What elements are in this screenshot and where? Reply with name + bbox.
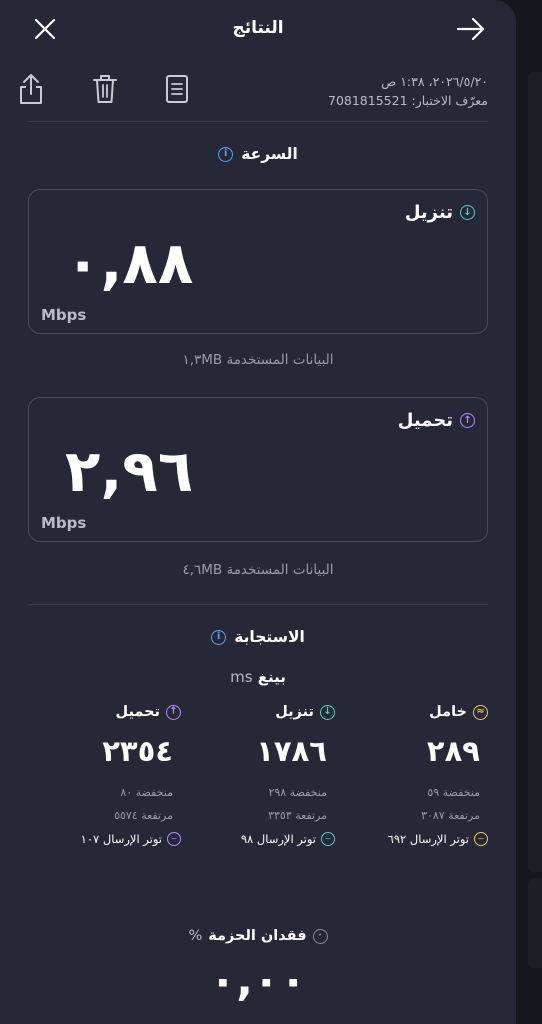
jitter-icon: ~ xyxy=(321,832,335,846)
ping-download-jitter: ~ توتر الإرسال ٩٨ xyxy=(185,832,335,846)
ping-upload-title: ↑ تحميل xyxy=(31,704,181,720)
ping-unloaded-jitter: ~ توتر الإرسال ٦٩٢ xyxy=(338,832,488,846)
ping-download-jitter-text: توتر الإرسال ٩٨ xyxy=(240,832,316,846)
background-card-edge xyxy=(528,878,542,968)
forward-button[interactable] xyxy=(454,12,488,46)
download-arrow-icon: ↓ xyxy=(320,704,335,720)
ping-unloaded-high: مرتفعة ٣٠٨٧ xyxy=(421,809,480,822)
packet-loss-unit: % xyxy=(188,928,203,944)
share-icon xyxy=(20,74,42,104)
ping-upload-label: تحميل xyxy=(115,704,160,720)
idle-icon: ≈ xyxy=(473,704,488,720)
test-meta: ٢٠٢٦/٥/٢٠، ١:٣٨ ص معرّف الاختبار: 708181… xyxy=(328,72,488,110)
test-id: معرّف الاختبار: 7081815521 xyxy=(328,93,488,108)
page-title: النتائج xyxy=(232,18,284,38)
speed-section-title: السرعة i xyxy=(0,145,516,163)
ping-upload-column: ↑ تحميل ٢٣٥٤ منخفضة ٨٠ مرتفعة ٥٥٧٤ ~ توت… xyxy=(31,704,181,846)
ping-upload-jitter-text: توتر الإرسال ١٠٧ xyxy=(80,832,162,846)
download-data-used: البيانات المستخدمة ١,٣MB xyxy=(182,352,334,368)
packet-loss-label-text: فقدان الحزمة xyxy=(208,928,307,944)
background-card-edge xyxy=(528,72,542,872)
arrow-right-icon xyxy=(456,17,485,41)
share-button[interactable] xyxy=(14,70,48,108)
upload-label: ↑ تحميل xyxy=(398,410,475,431)
report-icon xyxy=(166,75,188,103)
download-speed-unit: Mbps xyxy=(41,306,87,324)
upload-speed-unit: Mbps xyxy=(41,514,87,532)
jitter-icon: ~ xyxy=(474,832,488,846)
ping-upload-high: مرتفعة ٥٥٧٤ xyxy=(114,809,173,822)
responsiveness-title: الاستجابة xyxy=(234,628,305,646)
divider xyxy=(28,604,488,605)
test-datetime: ٢٠٢٦/٥/٢٠، ١:٣٨ ص xyxy=(381,74,488,89)
upload-arrow-icon: ↑ xyxy=(460,413,475,428)
upload-label-text: تحميل xyxy=(397,410,453,431)
info-icon[interactable]: i xyxy=(211,629,227,645)
ping-download-column: ↓ تنزيل ١٧٨٦ منخفضة ٢٩٨ مرتفعة ٣٣٥٣ ~ تو… xyxy=(185,704,335,846)
ping-label-text: بينغ xyxy=(257,668,286,686)
ping-download-title: ↓ تنزيل xyxy=(185,704,335,720)
download-arrow-icon: ↓ xyxy=(460,205,475,220)
download-speed-card: ↓ تنزيل ٠,٨٨ Mbps xyxy=(28,189,488,334)
top-bar: النتائج xyxy=(0,0,516,60)
upload-arrow-icon: ↑ xyxy=(166,704,181,720)
ping-unloaded-column: ≈ خامل ٢٨٩ منخفضة ٥٩ مرتفعة ٣٠٨٧ ~ توتر … xyxy=(338,704,488,846)
results-panel: النتائج ٢٠٢٦/٥/٢٠، ١:٣٨ ص معرّف الاختبار… xyxy=(0,0,516,1024)
ping-download-label: تنزيل xyxy=(275,704,314,720)
trash-icon xyxy=(93,75,117,103)
ping-upload-low: منخفضة ٨٠ xyxy=(120,786,173,799)
speed-title: السرعة xyxy=(241,145,298,163)
ping-upload-jitter: ~ توتر الإرسال ١٠٧ xyxy=(31,832,181,846)
ping-unloaded-label: خامل xyxy=(429,704,467,720)
jitter-icon: ~ xyxy=(167,832,181,846)
upload-data-used: البيانات المستخدمة ٤,٦MB xyxy=(182,562,334,578)
ping-unloaded-value: ٢٨٩ xyxy=(426,734,480,768)
packet-loss-icon: · xyxy=(312,928,328,944)
report-button[interactable] xyxy=(160,70,194,108)
ping-label: بينغ ms xyxy=(0,668,516,686)
ping-upload-value: ٢٣٥٤ xyxy=(102,734,173,768)
ping-unit: ms xyxy=(230,668,253,686)
download-label-text: تنزيل xyxy=(404,202,453,223)
ping-download-high: مرتفعة ٣٣٥٣ xyxy=(268,809,327,822)
packet-loss-label: · فقدان الحزمة % xyxy=(0,928,516,944)
ping-download-value: ١٧٨٦ xyxy=(256,734,327,768)
delete-button[interactable] xyxy=(88,70,122,108)
ping-unloaded-low: منخفضة ٥٩ xyxy=(427,786,480,799)
packet-loss-value: ٠,٠٠ xyxy=(209,955,307,1006)
ping-unloaded-title: ≈ خامل xyxy=(338,704,488,720)
ping-download-low: منخفضة ٢٩٨ xyxy=(268,786,327,799)
info-icon[interactable]: i xyxy=(218,146,234,162)
download-label: ↓ تنزيل xyxy=(405,202,475,223)
download-speed-value: ٠,٨٨ xyxy=(65,229,194,297)
ping-unloaded-jitter-text: توتر الإرسال ٦٩٢ xyxy=(387,832,469,846)
upload-speed-value: ٢,٩٦ xyxy=(65,437,194,505)
upload-speed-card: ↑ تحميل ٢,٩٦ Mbps xyxy=(28,397,488,542)
responsiveness-section-title: الاستجابة i xyxy=(0,628,516,646)
divider xyxy=(28,121,488,122)
